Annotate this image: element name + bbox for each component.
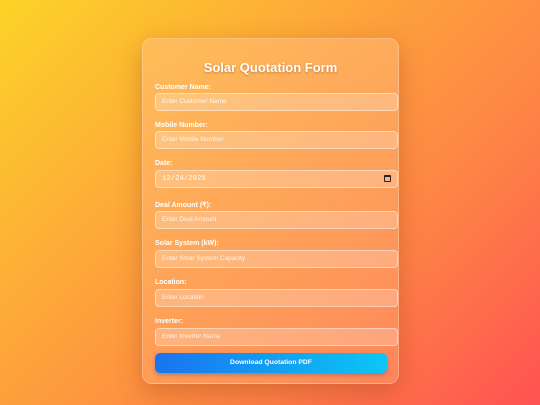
deal-amount-input[interactable]: Enter Deal Amount [155, 211, 398, 229]
quotation-form-card: Solar Quotation Form Customer Name: Ente… [142, 38, 399, 384]
solar-system-label: Solar System (kW): [155, 240, 219, 247]
location-input[interactable]: Enter Location [155, 289, 398, 307]
deal-amount-label: Deal Amount (₹): [155, 202, 212, 209]
mobile-number-label: Mobile Number: [155, 122, 208, 129]
mobile-number-input[interactable]: Enter Mobile Number [155, 131, 398, 149]
date-label: Date: [155, 160, 173, 167]
date-input[interactable]: 12/24/2025 [155, 170, 398, 188]
date-value: 12/24/2025 [162, 175, 207, 183]
form-title: Solar Quotation Form [203, 60, 338, 75]
location-label: Location: [155, 279, 187, 286]
customer-name-label: Customer Name: [155, 84, 212, 91]
calendar-icon[interactable] [384, 175, 391, 182]
solar-system-input[interactable]: Enter Solar System Capacity [155, 250, 398, 268]
download-pdf-button[interactable]: Download Quotation PDF [155, 353, 387, 373]
inverter-label: Inverter: [155, 318, 184, 325]
customer-name-input[interactable]: Enter Customer Name [155, 93, 398, 111]
inverter-input[interactable]: Enter Inverter Name [155, 328, 398, 346]
